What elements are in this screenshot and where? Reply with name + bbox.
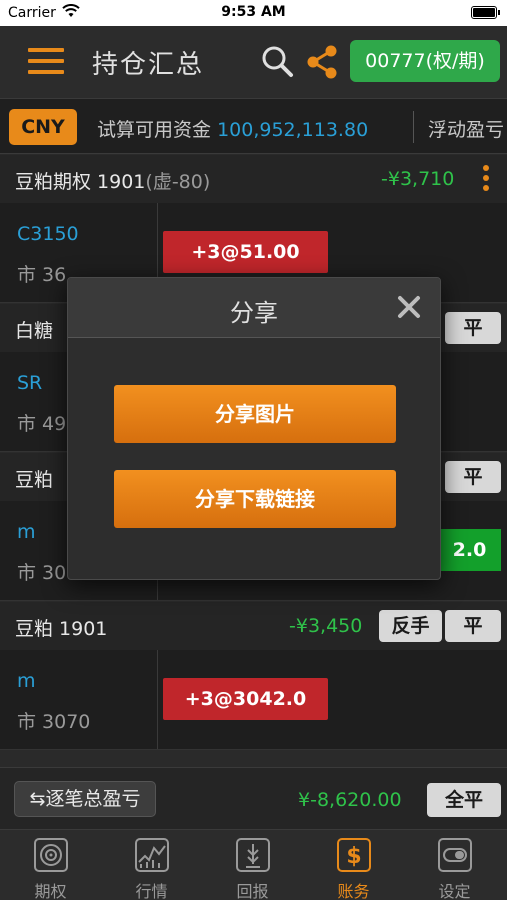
close-icon[interactable] — [396, 294, 422, 320]
tab-options[interactable]: 期权 — [0, 830, 101, 900]
tab-label: 账务 — [337, 882, 370, 900]
status-bar: Carrier 9:53 AM — [0, 0, 507, 26]
available-funds-label: 试算可用资金 — [97, 119, 212, 141]
page-title: 持仓汇总 — [92, 50, 205, 80]
position-info: m 市 3070 — [0, 650, 158, 749]
tab-bar: 期权 行情 回报 $ 账务 设定 — [0, 829, 507, 900]
swap-icon: ⇆ — [29, 788, 46, 810]
tab-accounts[interactable]: $ 账务 — [303, 830, 404, 900]
position-row[interactable]: m 市 3070 +3@3042.0 — [0, 650, 507, 750]
group-name: 白糖 — [15, 320, 54, 342]
chart-icon — [135, 838, 169, 872]
clock: 9:53 AM — [221, 4, 286, 20]
position-chip[interactable]: +3@3042.0 — [163, 678, 328, 720]
close-all-button[interactable]: 全平 — [427, 783, 501, 817]
group-name: 豆粕期权 1901(虚-80) — [15, 167, 210, 194]
share-image-button[interactable]: 分享图片 — [114, 385, 396, 443]
tab-settings[interactable]: 设定 — [404, 830, 505, 900]
position-group-header[interactable]: 豆粕 1901 -¥3,450 反手 平 — [0, 602, 507, 650]
group-name: 豆粕 1901 — [15, 618, 108, 640]
total-pnl-button[interactable]: ⇆逐笔总盈亏 — [14, 781, 156, 817]
tab-label: 设定 — [438, 882, 471, 900]
instrument-code: C3150 — [17, 223, 79, 245]
settings-icon — [438, 838, 472, 872]
dollar-icon: $ — [337, 838, 371, 872]
divider — [413, 111, 414, 143]
more-vertical-icon[interactable] — [482, 165, 490, 193]
total-pnl-value: ¥-8,620.00 — [298, 789, 402, 811]
instrument-code: SR — [17, 372, 43, 394]
close-position-button[interactable]: 平 — [445, 610, 501, 642]
currency-button[interactable]: CNY — [9, 109, 77, 145]
battery-icon — [471, 6, 500, 19]
market-price: 市 49 — [17, 413, 67, 435]
position-group-header[interactable]: 豆粕期权 1901(虚-80) -¥3,710 — [0, 155, 507, 203]
market-price: 市 30 — [17, 562, 67, 584]
report-icon — [236, 838, 270, 872]
group-moneyness: (虚-80) — [145, 171, 211, 193]
summary-bar: ⇆逐笔总盈亏 ¥-8,620.00 全平 — [0, 767, 507, 829]
total-pnl-label: 逐笔总盈亏 — [45, 788, 141, 810]
group-pnl: -¥3,450 — [289, 615, 363, 637]
target-icon — [34, 838, 68, 872]
share-dialog: 分享 分享图片 分享下载链接 — [67, 277, 441, 580]
svg-text:$: $ — [346, 844, 361, 869]
funds-info-bar: CNY 试算可用资金 100,952,113.80 浮动盈亏 — [0, 98, 507, 154]
dialog-header: 分享 — [68, 278, 440, 338]
group-name: 豆粕 — [15, 469, 54, 491]
position-chip[interactable]: 2.0 — [438, 529, 501, 571]
share-icon[interactable] — [305, 44, 339, 80]
group-pnl: -¥3,710 — [381, 168, 455, 190]
close-position-button[interactable]: 平 — [445, 312, 501, 344]
group-name-text: 豆粕期权 1901 — [15, 171, 146, 193]
market-price: 市 3070 — [17, 711, 91, 733]
available-funds-value: 100,952,113.80 — [217, 119, 369, 141]
instrument-code: m — [17, 521, 36, 543]
tab-quotes[interactable]: 行情 — [101, 830, 202, 900]
dialog-title: 分享 — [230, 299, 278, 327]
market-price: 市 36 — [17, 264, 67, 286]
share-link-button[interactable]: 分享下载链接 — [114, 470, 396, 528]
nav-bar: 持仓汇总 00777(权/期) — [0, 26, 507, 98]
close-position-button[interactable]: 平 — [445, 461, 501, 493]
tab-label: 期权 — [34, 882, 67, 900]
search-icon[interactable] — [260, 44, 294, 78]
menu-icon[interactable] — [28, 48, 64, 74]
instrument-code: m — [17, 670, 36, 692]
tab-label: 回报 — [236, 882, 269, 900]
tab-label: 行情 — [135, 882, 168, 900]
tab-reports[interactable]: 回报 — [202, 830, 303, 900]
position-chip[interactable]: +3@51.00 — [163, 231, 328, 273]
available-funds: 试算可用资金 100,952,113.80 — [97, 115, 368, 142]
account-button[interactable]: 00777(权/期) — [350, 40, 500, 82]
floating-pnl-label: 浮动盈亏 — [428, 119, 505, 141]
reverse-position-button[interactable]: 反手 — [379, 610, 442, 642]
